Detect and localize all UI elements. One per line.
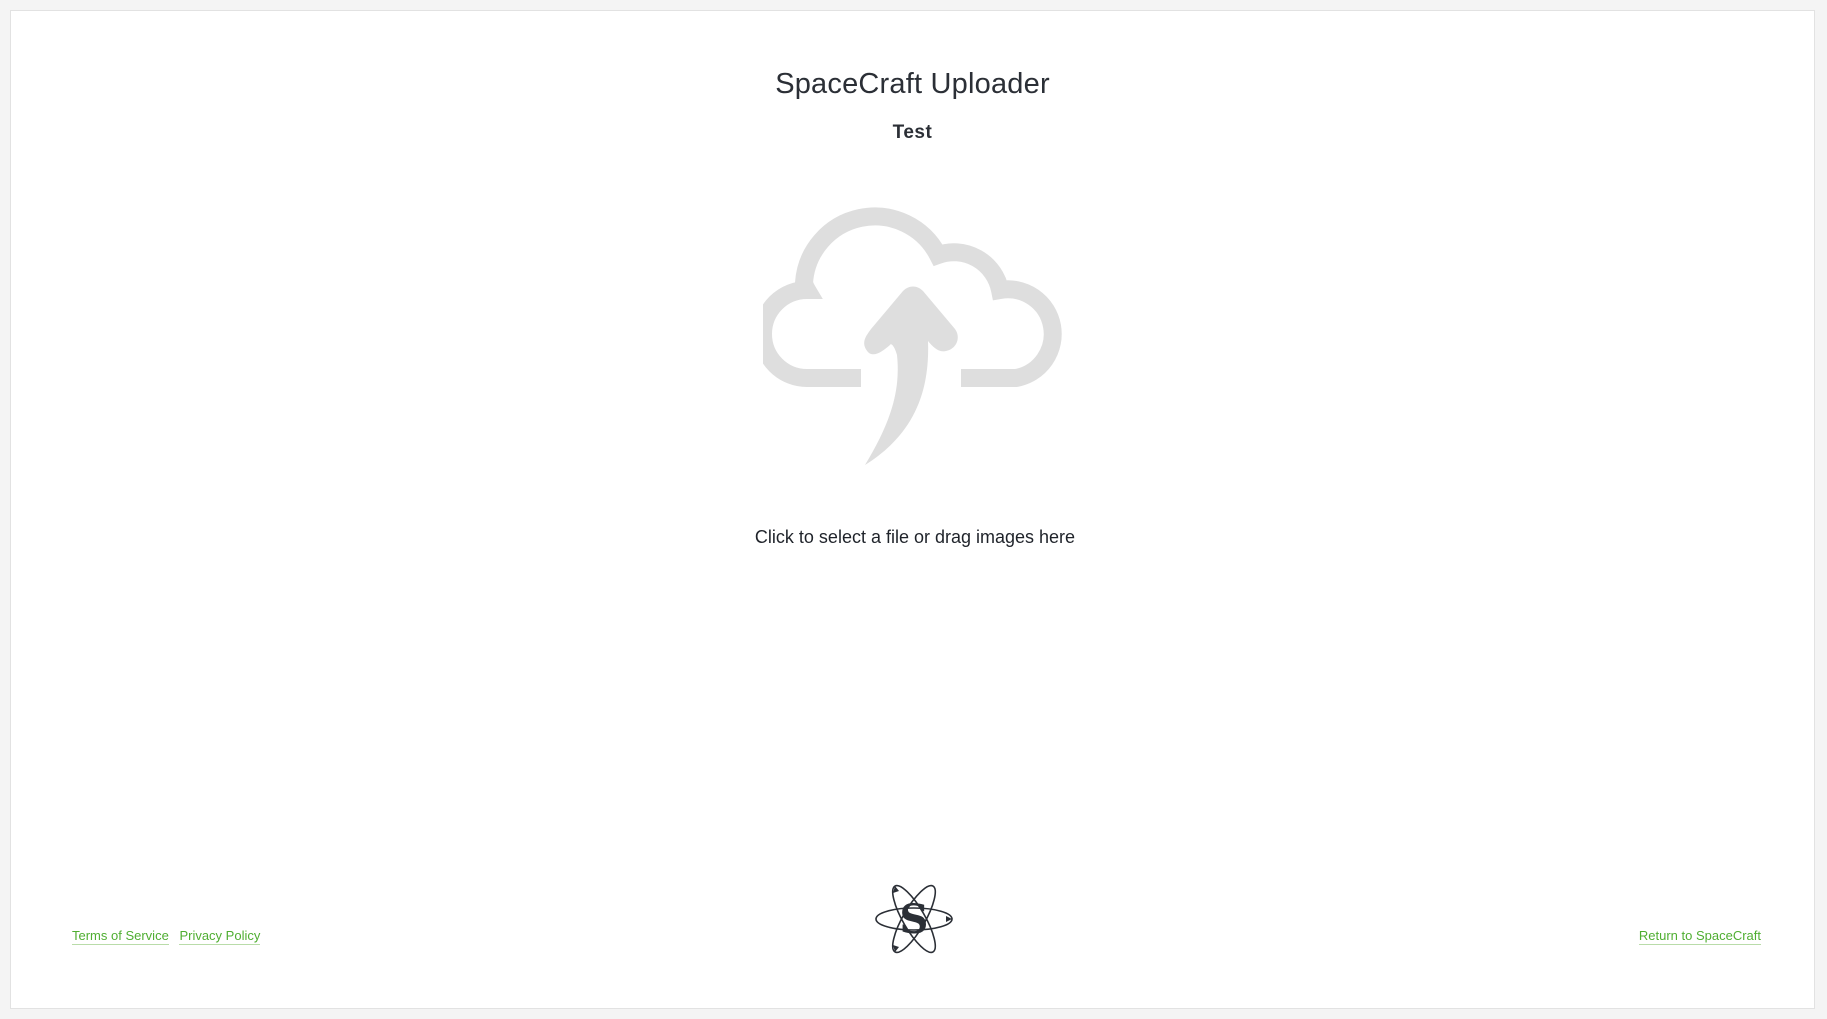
uploader-panel: SpaceCraft Uploader Test Click to select… <box>10 10 1815 1009</box>
page-subtitle: Test <box>892 122 933 143</box>
footer-links: Terms of Service Privacy Policy <box>72 928 261 945</box>
upload-dropzone[interactable]: Click to select a file or drag images he… <box>755 191 1075 571</box>
return-to-spacecraft-link[interactable]: Return to SpaceCraft <box>1638 928 1761 945</box>
privacy-policy-link[interactable]: Privacy Policy <box>179 928 261 945</box>
page-title: SpaceCraft Uploader <box>775 68 1050 100</box>
spacecraft-atom-logo-icon: S <box>875 884 953 954</box>
dropzone-instruction: Click to select a file or drag images he… <box>754 527 1076 547</box>
footer-return: Return to SpaceCraft <box>1638 928 1761 945</box>
svg-text:S: S <box>900 896 929 943</box>
terms-of-service-link[interactable]: Terms of Service <box>72 928 169 945</box>
cloud-upload-icon <box>763 207 1062 465</box>
